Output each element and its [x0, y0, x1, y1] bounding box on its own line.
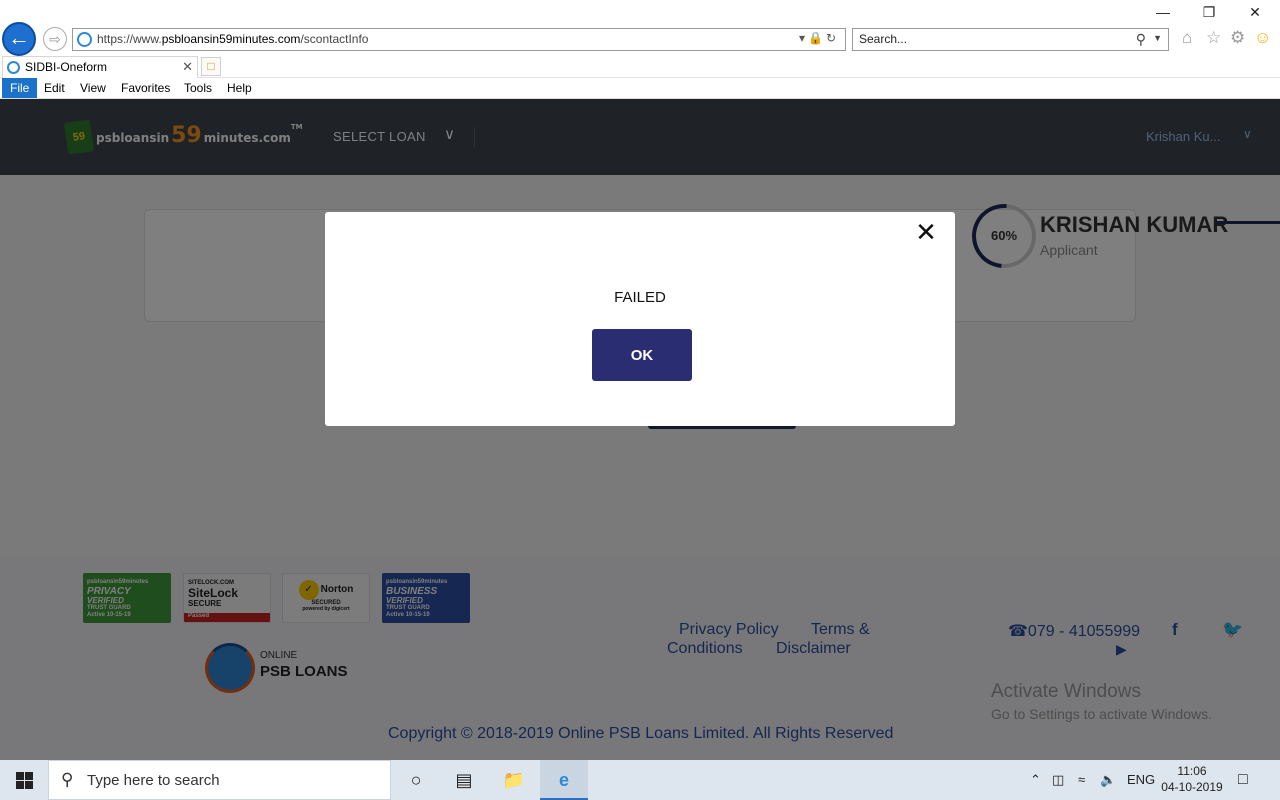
- favorites-star-icon[interactable]: ☆: [1206, 28, 1221, 48]
- taskbar-search-icon: ⚲: [61, 770, 74, 789]
- browser-tab[interactable]: SIDBI-Oneform ✕: [2, 56, 198, 78]
- clock-time: 11:06: [1177, 764, 1207, 778]
- refresh-icon[interactable]: ↻: [826, 31, 839, 45]
- minimize-icon[interactable]: —: [1140, 4, 1186, 20]
- cortana-icon[interactable]: ○: [392, 760, 440, 800]
- language-indicator[interactable]: ENG: [1127, 760, 1155, 800]
- close-icon[interactable]: ✕: [913, 219, 939, 246]
- window-controls: — ❐ ✕: [1140, 0, 1280, 28]
- internet-explorer-icon[interactable]: e: [540, 760, 588, 800]
- volume-icon[interactable]: 🔈: [1100, 760, 1116, 800]
- menu-file[interactable]: File: [2, 78, 38, 98]
- taskbar-search-input[interactable]: [87, 772, 377, 789]
- browser-icons: ⌂ ☆ ⚙ ☺: [1180, 28, 1276, 52]
- home-icon[interactable]: ⌂: [1182, 28, 1192, 48]
- menu-tools[interactable]: Tools: [184, 81, 212, 95]
- tab-favicon-icon: [7, 61, 20, 74]
- tab-bar: SIDBI-Oneform ✕ □: [0, 56, 1280, 78]
- address-bar[interactable]: https://www.psbloansin59minutes.com/scon…: [72, 28, 846, 51]
- windows-start-icon[interactable]: [0, 760, 48, 800]
- page-favicon-icon: [77, 32, 92, 47]
- windows-taskbar: ⚲ ○ ▤ 📁 e ⌃ ◫ ≈ 🔈 ENG 11:06 04-10-2019 □: [0, 760, 1280, 800]
- browser-toolbar: ← ⇨ https://www.psbloansin59minutes.com/…: [0, 0, 1280, 56]
- ok-button[interactable]: OK: [592, 329, 692, 381]
- tab-title: SIDBI-Oneform: [25, 60, 108, 74]
- menu-bar: File Edit View Favorites Tools Help: [0, 78, 1280, 99]
- network-icon[interactable]: ◫: [1052, 760, 1064, 800]
- dialog-message: FAILED: [614, 289, 666, 306]
- clock-date: 04-10-2019: [1161, 780, 1223, 794]
- menu-favorites[interactable]: Favorites: [121, 81, 170, 95]
- close-window-icon[interactable]: ✕: [1232, 4, 1278, 21]
- url-text: https://www.psbloansin59minutes.com/scon…: [97, 32, 369, 46]
- menu-help[interactable]: Help: [227, 81, 252, 95]
- lock-icon[interactable]: 🔒: [808, 31, 826, 45]
- show-hidden-icons-icon[interactable]: ⌃: [1030, 760, 1041, 800]
- tab-close-icon[interactable]: ✕: [182, 59, 193, 75]
- gear-icon[interactable]: ⚙: [1230, 28, 1245, 48]
- dropdown-arrow-icon[interactable]: ▾: [799, 31, 808, 45]
- menu-view[interactable]: View: [80, 81, 106, 95]
- new-tab-icon[interactable]: □: [201, 57, 221, 76]
- restore-icon[interactable]: ❐: [1186, 4, 1232, 21]
- wifi-icon[interactable]: ≈: [1078, 760, 1085, 800]
- search-dropdown-icon[interactable]: ▼: [1153, 33, 1162, 43]
- smiley-feedback-icon[interactable]: ☺: [1254, 28, 1271, 48]
- taskbar-clock[interactable]: 11:06 04-10-2019: [1160, 763, 1224, 795]
- web-page: 59 psbloansin59minutes.comTM SELECT LOAN…: [0, 99, 1280, 760]
- failed-dialog: ✕ FAILED OK: [325, 212, 955, 426]
- task-view-icon[interactable]: ▤: [440, 760, 488, 800]
- taskbar-search-box[interactable]: ⚲: [48, 760, 391, 800]
- browser-search-input[interactable]: [859, 32, 1119, 46]
- menu-edit[interactable]: Edit: [44, 81, 65, 95]
- forward-arrow-icon[interactable]: ⇨: [43, 27, 67, 51]
- back-arrow-icon[interactable]: ←: [2, 22, 36, 56]
- notifications-icon[interactable]: □: [1238, 760, 1248, 800]
- address-tools: ▾🔒↻: [799, 31, 839, 45]
- browser-search-box[interactable]: ⚲ ▼: [852, 28, 1169, 51]
- search-icon[interactable]: ⚲: [1136, 31, 1146, 48]
- modal-backdrop[interactable]: [0, 99, 1280, 760]
- file-explorer-icon[interactable]: 📁: [490, 760, 538, 800]
